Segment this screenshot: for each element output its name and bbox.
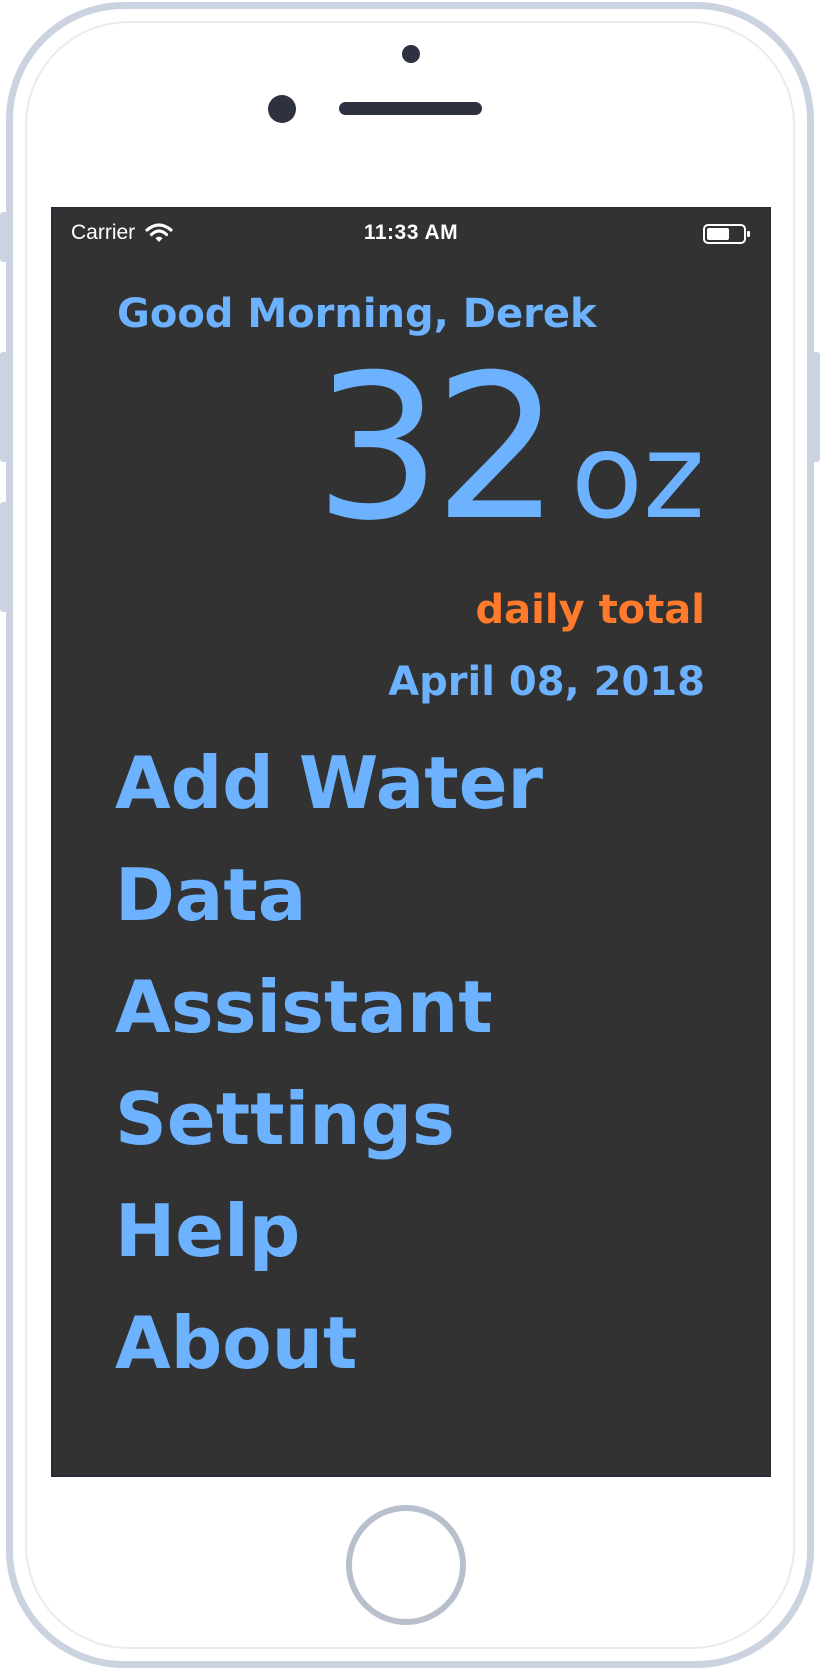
daily-total-value: 32 bbox=[314, 332, 560, 565]
mute-switch bbox=[0, 212, 10, 262]
earpiece-speaker bbox=[339, 102, 482, 115]
proximity-sensor bbox=[402, 45, 420, 63]
volume-down-button bbox=[0, 502, 10, 612]
status-time: 11:33 AM bbox=[363, 221, 459, 244]
current-date: April 08, 2018 bbox=[388, 659, 705, 705]
status-bar: Carrier 11:33 AM bbox=[53, 209, 769, 253]
menu-item-about[interactable]: About bbox=[115, 1287, 543, 1399]
app-screen: Carrier 11:33 AM Good Morning, Derek 32 … bbox=[51, 207, 771, 1477]
menu-item-data[interactable]: Data bbox=[115, 839, 543, 951]
menu-item-settings[interactable]: Settings bbox=[115, 1063, 543, 1175]
menu-item-add-water[interactable]: Add Water bbox=[115, 727, 543, 839]
battery-icon bbox=[703, 224, 750, 244]
power-button bbox=[810, 352, 820, 462]
home-button[interactable] bbox=[346, 1505, 466, 1625]
greeting-text: Good Morning, Derek bbox=[117, 291, 597, 337]
menu-item-assistant[interactable]: Assistant bbox=[115, 951, 543, 1063]
front-camera bbox=[268, 95, 296, 123]
menu-item-help[interactable]: Help bbox=[115, 1175, 543, 1287]
daily-total-label: daily total bbox=[475, 587, 705, 633]
main-menu: Add Water Data Assistant Settings Help A… bbox=[115, 727, 543, 1399]
daily-total-display: 32 oz bbox=[314, 349, 705, 549]
daily-total-unit: oz bbox=[570, 407, 705, 545]
volume-up-button bbox=[0, 352, 10, 462]
